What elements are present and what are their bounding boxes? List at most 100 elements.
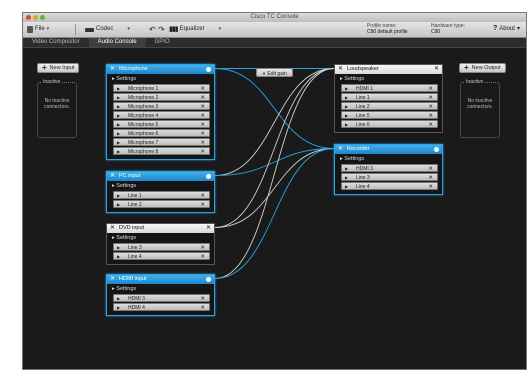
close-icon[interactable]: ✕ xyxy=(338,145,343,154)
connector-row[interactable]: ▶ Line 3 ✕ xyxy=(113,243,210,251)
input-panel[interactable]: ✕ HDMI input ▸ Settings ▶ HDMI 3 ✕ ▶ HDMI 4 ✕ xyxy=(106,274,215,316)
connector-row[interactable]: ▶ Line 6 ✕ xyxy=(341,120,438,128)
settings-toggle[interactable]: ▸ Settings xyxy=(107,284,214,294)
connector-row[interactable]: ▶ Microphone 7 ✕ xyxy=(113,138,210,146)
connector-row[interactable]: ▶ Microphone 5 ✕ xyxy=(113,120,210,128)
close-icon[interactable]: ✕ xyxy=(110,275,115,284)
input-panel[interactable]: ✕ Microphone ▸ Settings ▶ Microphone 1 ✕ ▶ Micr… xyxy=(106,64,215,160)
connector-icon[interactable] xyxy=(206,277,211,282)
settings-toggle[interactable]: ▸ Settings xyxy=(335,74,442,84)
panel-header[interactable]: ✕ Microphone xyxy=(107,65,214,74)
remove-icon[interactable]: ✕ xyxy=(200,148,205,156)
connector-icon[interactable] xyxy=(206,174,211,179)
connector-row[interactable]: ▶ Line 1 ✕ xyxy=(341,93,438,101)
connection-wire[interactable] xyxy=(214,68,335,228)
connector-row[interactable]: ▶ HDMI 3 ✕ xyxy=(113,294,210,302)
connector-row[interactable]: ▶ HDMI 1 ✕ xyxy=(341,84,438,92)
connector-row[interactable]: ▶ Line 4 ✕ xyxy=(113,252,210,260)
input-panel[interactable]: ✕ DVD input ✕ ▸ Settings ▶ Line 3 ✕ ▶ Line 4 ✕ xyxy=(106,223,215,265)
panel-header[interactable]: ✕ HDMI input xyxy=(107,275,214,284)
connector-icon[interactable] xyxy=(206,67,211,72)
panel-header[interactable]: ✕ PC input xyxy=(107,172,214,181)
connector-row[interactable]: ▶ Microphone 4 ✕ xyxy=(113,111,210,119)
remove-icon[interactable]: ✕ xyxy=(428,85,433,93)
remove-icon[interactable]: ✕ xyxy=(200,304,205,312)
close-icon[interactable]: ✕ xyxy=(338,65,343,74)
panel-title: Loudspeaker xyxy=(347,66,379,72)
connector-row[interactable]: ▶ Microphone 3 ✕ xyxy=(113,102,210,110)
tab-gpio[interactable]: GPIO xyxy=(146,38,179,47)
connector-row[interactable]: ▶ Line 3 ✕ xyxy=(341,173,438,181)
remove-icon[interactable]: ✕ xyxy=(428,174,433,182)
remove-icon[interactable]: ✕ xyxy=(428,103,433,111)
panel-header[interactable]: ✕ DVD input ✕ xyxy=(107,224,214,233)
undo-button[interactable]: ↶ xyxy=(149,25,156,34)
about-menu[interactable]: ? About ▾ xyxy=(493,25,520,32)
close-window-button[interactable] xyxy=(26,15,31,20)
connection-wire[interactable] xyxy=(214,148,335,176)
connector-label: HDMI 4 xyxy=(128,305,145,311)
redo-button[interactable]: ↷ xyxy=(158,25,165,34)
connector-row[interactable]: ▶ Line 1 ✕ xyxy=(113,191,210,199)
connection-wire[interactable] xyxy=(214,68,335,149)
panel-header[interactable]: ✕ Recorder xyxy=(335,145,442,154)
remove-icon[interactable]: ✕ xyxy=(200,103,205,111)
file-menu[interactable]: File ▾ xyxy=(27,25,49,34)
remove-icon[interactable]: ✕ xyxy=(200,244,205,252)
new-input-button[interactable]: + New Input xyxy=(37,63,80,73)
new-output-button[interactable]: + New Output xyxy=(459,63,506,73)
remove-icon[interactable]: ✕ xyxy=(200,112,205,120)
connector-row[interactable]: ▶ HDMI 4 ✕ xyxy=(113,303,210,311)
close-icon[interactable]: ✕ xyxy=(110,172,115,181)
tab-video-compositor[interactable]: Video Compositor xyxy=(23,38,89,47)
remove-icon[interactable]: ✕ xyxy=(200,253,205,261)
settings-toggle[interactable]: ▸ Settings xyxy=(335,154,442,164)
connector-row[interactable]: ▶ Line 5 ✕ xyxy=(341,111,438,119)
close-icon[interactable]: ✕ xyxy=(110,65,115,74)
title-bar: Cisco TC Console xyxy=(23,13,526,22)
edit-gain-button[interactable]: ▼ Edit gain xyxy=(256,68,293,77)
settings-toggle[interactable]: ▸ Settings xyxy=(107,233,214,243)
close-icon[interactable]: ✕ xyxy=(434,65,439,74)
connector-row[interactable]: ▶ Line 4 ✕ xyxy=(341,182,438,190)
minimize-window-button[interactable] xyxy=(33,15,38,20)
codec-menu[interactable]: Codec ▾ xyxy=(85,25,130,34)
remove-icon[interactable]: ✕ xyxy=(428,121,433,129)
connector-row[interactable]: ▶ Microphone 1 ✕ xyxy=(113,84,210,92)
input-panel[interactable]: ✕ PC input ▸ Settings ▶ Line 1 ✕ ▶ Line 2 ✕ xyxy=(106,171,215,213)
connection-wire[interactable] xyxy=(214,68,335,176)
remove-icon[interactable]: ✕ xyxy=(428,112,433,120)
connector-icon[interactable] xyxy=(434,147,439,152)
remove-icon[interactable]: ✕ xyxy=(428,183,433,191)
remove-icon[interactable]: ✕ xyxy=(200,139,205,147)
remove-icon[interactable]: ✕ xyxy=(428,94,433,102)
output-panel[interactable]: ✕ Recorder ▸ Settings ▶ HDMI 3 ✕ ▶ Line 3 ✕ ▶ Line… xyxy=(334,144,443,195)
remove-icon[interactable]: ✕ xyxy=(428,165,433,173)
connection-wire[interactable] xyxy=(214,68,335,279)
remove-icon[interactable]: ✕ xyxy=(200,192,205,200)
close-icon[interactable]: ✕ xyxy=(110,224,115,233)
connector-row[interactable]: ▶ Microphone 6 ✕ xyxy=(113,129,210,137)
zoom-window-button[interactable] xyxy=(40,15,45,20)
equalizer-button[interactable]: ▮▮▮ Equalizer ▾ xyxy=(169,25,221,34)
panel-header[interactable]: ✕ Loudspeaker ✕ xyxy=(335,65,442,74)
close-icon[interactable]: ✕ xyxy=(206,224,211,233)
remove-icon[interactable]: ✕ xyxy=(200,201,205,209)
tab-audio-console[interactable]: Audio Console xyxy=(88,38,146,47)
connector-row[interactable]: ▶ Microphone 2 ✕ xyxy=(113,93,210,101)
remove-icon[interactable]: ✕ xyxy=(200,295,205,303)
connection-wire[interactable] xyxy=(214,148,335,279)
remove-icon[interactable]: ✕ xyxy=(200,130,205,138)
connector-row[interactable]: ▶ Line 2 ✕ xyxy=(113,200,210,208)
connector-row[interactable]: ▶ Microphone 8 ✕ xyxy=(113,147,210,155)
connection-wire[interactable] xyxy=(214,148,335,228)
remove-icon[interactable]: ✕ xyxy=(200,85,205,93)
connector-row[interactable]: ▶ Line 2 ✕ xyxy=(341,102,438,110)
remove-icon[interactable]: ✕ xyxy=(200,121,205,129)
output-panel[interactable]: ✕ Loudspeaker ✕ ▸ Settings ▶ HDMI 1 ✕ ▶ Line 1 ✕ ▶… xyxy=(334,64,443,133)
remove-icon[interactable]: ✕ xyxy=(200,94,205,102)
settings-toggle[interactable]: ▸ Settings xyxy=(107,74,214,84)
connector-label: HDMI 1 xyxy=(356,86,373,92)
connector-row[interactable]: ▶ HDMI 3 ✕ xyxy=(341,164,438,172)
settings-toggle[interactable]: ▸ Settings xyxy=(107,181,214,191)
